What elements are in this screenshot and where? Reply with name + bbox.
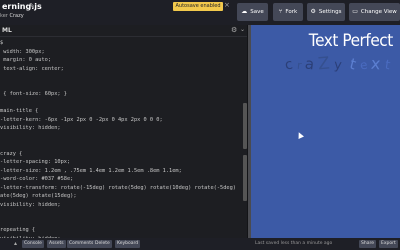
code-line[interactable]: -letter-transform: rotate(-15deg) rotate… bbox=[0, 184, 247, 193]
code-line[interactable] bbox=[0, 218, 247, 227]
code-line[interactable]: margin: 0 auto; bbox=[0, 56, 247, 65]
cloud-icon: ☁ bbox=[241, 8, 248, 15]
autosave-badge[interactable]: Autosave enabled bbox=[173, 2, 223, 11]
code-line[interactable] bbox=[0, 209, 247, 218]
fork-button[interactable]: ⑂ Fork bbox=[273, 3, 303, 21]
crazy-letter: x bbox=[370, 53, 382, 74]
save-button[interactable]: ☁ Save bbox=[237, 3, 268, 21]
code-line[interactable] bbox=[0, 141, 247, 150]
chevron-up-icon[interactable]: ▴ bbox=[14, 240, 17, 247]
project-author: ker Crazy bbox=[0, 13, 24, 19]
fold-marker[interactable] bbox=[243, 103, 247, 149]
bottom-bar: ▴ Console Assets Comments Delete Keyboar… bbox=[0, 238, 400, 250]
code-line[interactable]: $ bbox=[0, 39, 247, 48]
pencil-icon[interactable]: ✎ bbox=[29, 2, 35, 10]
code-line[interactable]: -letter-spacing: 10px; bbox=[0, 158, 247, 167]
code-line[interactable] bbox=[0, 99, 247, 108]
save-status: Last saved less than a minute ago bbox=[255, 241, 333, 246]
code-line[interactable]: visibility: hidden; bbox=[0, 124, 247, 133]
code-area[interactable]: $ width: 300px; margin: 0 auto; text-ali… bbox=[0, 39, 247, 238]
close-icon[interactable]: × bbox=[224, 1, 230, 9]
code-line[interactable]: -letter-size: 1.2em , .75em 1.4em 1.2em … bbox=[0, 167, 247, 176]
crazy-letter: t bbox=[383, 57, 391, 74]
fork-label: Fork bbox=[285, 9, 298, 15]
save-label: Save bbox=[250, 9, 264, 15]
project-title[interactable]: erning.js bbox=[2, 2, 42, 11]
crazy-letter: Z bbox=[317, 53, 331, 75]
share-button[interactable]: Share bbox=[359, 240, 376, 248]
fork-icon: ⑂ bbox=[278, 8, 283, 15]
code-line[interactable] bbox=[0, 133, 247, 142]
export-button[interactable]: Export bbox=[379, 240, 398, 248]
editor-language-label: ML bbox=[2, 27, 12, 34]
chevron-down-icon[interactable]: ⌄ bbox=[240, 26, 245, 33]
settings-button[interactable]: ⚙ Settings bbox=[307, 3, 345, 21]
crazy-letter: c bbox=[283, 56, 295, 74]
code-line[interactable]: -word-color: #037 #58e; bbox=[0, 175, 247, 184]
code-line[interactable]: visibility: hidden; bbox=[0, 201, 247, 210]
settings-label: Settings bbox=[318, 9, 342, 15]
keyboard-button[interactable]: Keyboard bbox=[115, 240, 141, 248]
code-line[interactable]: repeating { bbox=[0, 226, 247, 235]
editor-header: ML ⚙ ⌄ bbox=[0, 25, 247, 37]
crazy-letter: y bbox=[333, 57, 343, 74]
code-line[interactable]: main-title { bbox=[0, 107, 247, 116]
code-line[interactable]: text-align: center; bbox=[0, 65, 247, 74]
layout-icon: ▭ bbox=[352, 8, 358, 15]
crazy-letter: r bbox=[296, 58, 302, 73]
crazy-letter: a bbox=[304, 54, 316, 74]
crazy-letter: e bbox=[358, 57, 369, 73]
mouse-cursor-icon bbox=[296, 131, 304, 139]
console-button[interactable]: Console bbox=[22, 240, 44, 248]
crazy-letter: t bbox=[347, 54, 358, 74]
code-line[interactable]: ate(5deg) rotate(15deg); bbox=[0, 192, 247, 201]
fold-marker[interactable] bbox=[243, 155, 247, 201]
comments-button[interactable]: Comments bbox=[67, 240, 96, 248]
code-line[interactable]: { font-size: 60px; } bbox=[0, 90, 247, 99]
code-line[interactable]: width: 300px; bbox=[0, 48, 247, 57]
change-view-button[interactable]: ▭ Change View bbox=[349, 3, 400, 21]
crazy-text: craZy te x t bbox=[283, 53, 394, 75]
author-name[interactable]: Crazy bbox=[9, 13, 23, 19]
code-line[interactable] bbox=[0, 73, 247, 82]
change-view-label: Change View bbox=[360, 9, 397, 15]
code-line[interactable]: crazy { bbox=[0, 150, 247, 159]
top-header: erning.js ✎ ker Crazy Autosave enabled ×… bbox=[0, 0, 400, 25]
preview-main-title: Text Perfect bbox=[308, 31, 393, 51]
preview-pane[interactable]: Text Perfect craZy te x t bbox=[248, 25, 400, 238]
code-line[interactable] bbox=[0, 82, 247, 91]
delete-button[interactable]: Delete bbox=[93, 240, 112, 248]
assets-button[interactable]: Assets bbox=[47, 240, 66, 248]
css-editor[interactable]: ML ⚙ ⌄ $ width: 300px; margin: 0 auto; t… bbox=[0, 25, 247, 238]
author-prefix: ker bbox=[0, 13, 8, 19]
code-line[interactable]: -letter-kern: -6px -1px 2px 0 -2px 0 4px… bbox=[0, 116, 247, 125]
gear-icon: ⚙ bbox=[310, 8, 316, 15]
gear-icon[interactable]: ⚙ bbox=[231, 26, 237, 34]
